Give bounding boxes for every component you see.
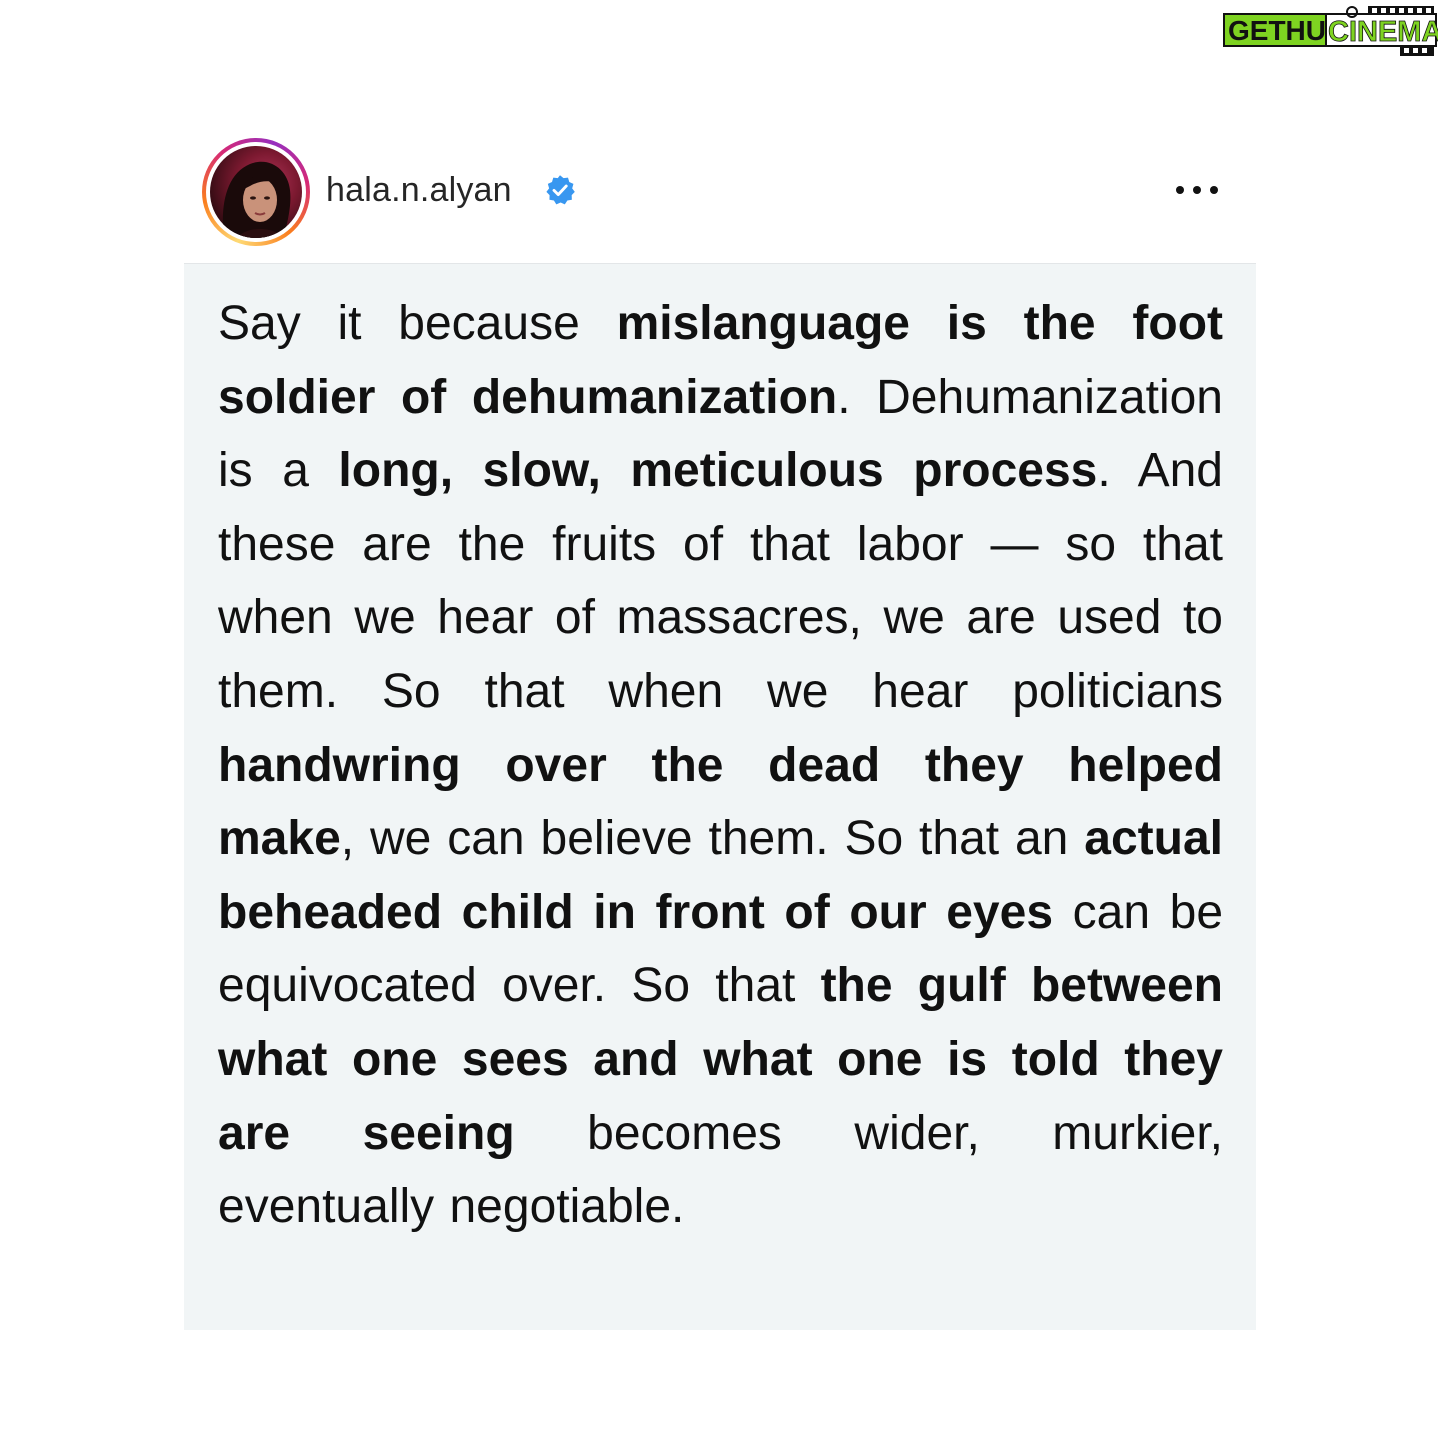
post-body-text: Say it because mislanguage is the foot s… <box>218 287 1223 1244</box>
more-dot-icon <box>1193 186 1201 194</box>
watermark-text-gethu: GETHU <box>1228 15 1326 46</box>
more-dot-icon <box>1176 186 1184 194</box>
story-ring[interactable] <box>202 138 310 246</box>
post-header: hala.n.alyan <box>184 136 1256 246</box>
username[interactable]: hala.n.alyan <box>326 170 512 210</box>
post-content-card: Say it because mislanguage is the foot s… <box>184 263 1256 1330</box>
text-segment: , we can believe them. So that an <box>340 812 1085 866</box>
avatar[interactable] <box>210 146 302 238</box>
text-segment-bold: long, slow, meticulous process <box>338 444 1098 498</box>
more-options-button[interactable] <box>1170 174 1224 204</box>
watermark-text-cinema: CINEMA <box>1328 16 1438 48</box>
verified-badge-icon <box>546 175 575 205</box>
gethu-cinema-watermark-logo: GETHU CINEMA <box>1222 4 1438 56</box>
text-segment: Say it because <box>218 297 617 350</box>
more-dot-icon <box>1210 186 1218 194</box>
